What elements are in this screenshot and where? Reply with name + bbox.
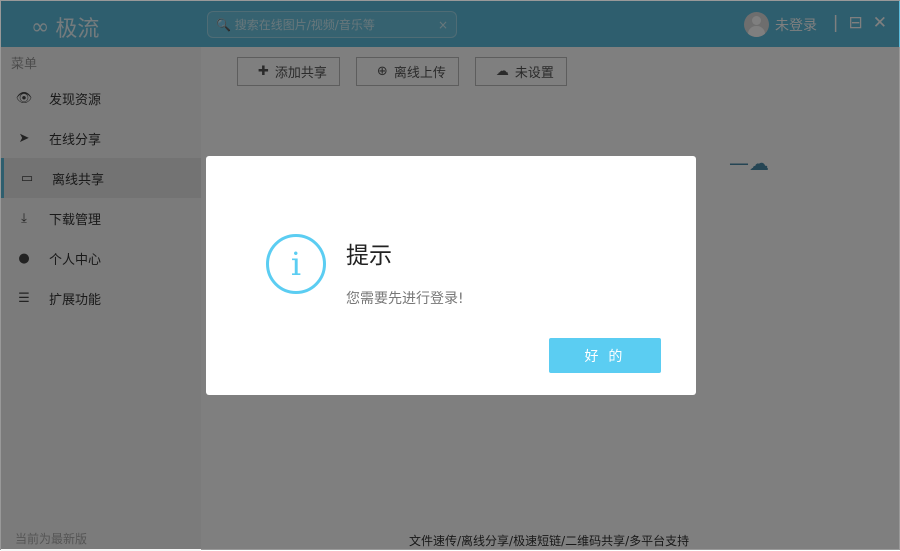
dialog-message: 您需要先进行登录! [346,291,464,307]
dialog-title: 提示 [346,243,392,269]
ok-button[interactable]: 好 的 [549,338,661,373]
login-prompt-dialog: i 提示 您需要先进行登录! 好 的 [206,156,696,395]
info-icon: i [266,234,326,294]
